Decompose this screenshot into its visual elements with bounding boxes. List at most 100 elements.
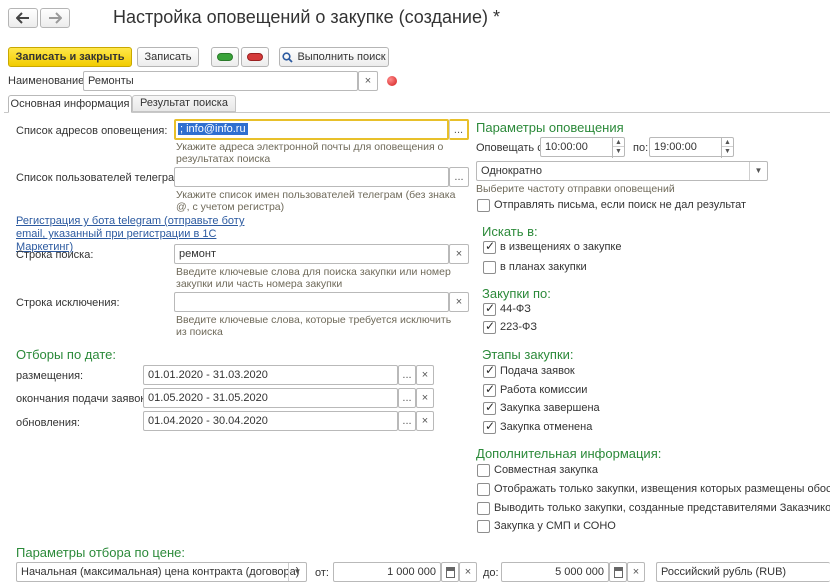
- price-from-clear-button[interactable]: ×: [459, 562, 477, 582]
- extra-separate-label: Отображать только закупки, извещения кот…: [494, 483, 830, 495]
- stage-cancelled-label: Закупка отменена: [500, 421, 593, 433]
- price-to-clear-button[interactable]: ×: [627, 562, 645, 582]
- date-update-value: 01.04.2020 - 30.04.2020: [148, 415, 268, 427]
- law-223-checkbox[interactable]: ✓: [483, 319, 496, 334]
- send-empty-label: Отправлять письма, если поиск не дал рез…: [494, 199, 747, 211]
- date-deadline-select-button[interactable]: ...: [398, 388, 416, 408]
- price-from-calculator-button[interactable]: [441, 562, 459, 582]
- notify-from-value: 10:00:00: [545, 141, 588, 153]
- date-placement-clear-button[interactable]: ×: [416, 365, 434, 385]
- date-deadline-clear-button[interactable]: ×: [416, 388, 434, 408]
- dots-icon: ...: [454, 171, 464, 183]
- clear-icon: ×: [421, 369, 429, 381]
- search-clear-button[interactable]: ×: [449, 244, 469, 264]
- arrow-right-icon: [49, 12, 62, 24]
- date-update-input[interactable]: 01.04.2020 - 30.04.2020: [143, 411, 398, 431]
- exclude-clear-button[interactable]: ×: [449, 292, 469, 312]
- dots-icon: ...: [402, 369, 412, 381]
- spin-up-icon[interactable]: ▲: [613, 138, 624, 147]
- spin-down-icon[interactable]: ▼: [722, 147, 733, 156]
- disable-toggle-button[interactable]: [241, 47, 269, 67]
- tab-main-info[interactable]: Основная информация: [8, 95, 132, 113]
- check-icon: ✓: [485, 301, 496, 315]
- notify-to-input[interactable]: 19:00:00 ▲ ▼: [649, 137, 734, 158]
- chevron-down-icon: ▼: [749, 162, 767, 180]
- emails-hint: Укажите адреса электронной почты для опо…: [176, 141, 444, 165]
- check-icon: ✓: [485, 239, 496, 253]
- run-search-label: Выполнить поиск: [297, 51, 386, 63]
- date-update-clear-button[interactable]: ×: [416, 411, 434, 431]
- forward-button[interactable]: [40, 8, 70, 28]
- search-in-plans-label: в планах закупки: [500, 261, 587, 273]
- notify-to-spinner[interactable]: ▲ ▼: [721, 138, 733, 158]
- search-in-plans-checkbox[interactable]: [483, 261, 496, 274]
- law-44-checkbox[interactable]: ✓: [483, 301, 496, 316]
- stage-cancelled-checkbox[interactable]: ✓: [483, 419, 496, 434]
- date-filters-title: Отборы по дате:: [16, 347, 116, 362]
- stage-commission-checkbox[interactable]: ✓: [483, 382, 496, 397]
- spin-down-icon[interactable]: ▼: [613, 147, 624, 156]
- price-to-calculator-button[interactable]: [609, 562, 627, 582]
- price-from-input[interactable]: 1 000 000: [333, 562, 441, 582]
- date-update-label: обновления:: [16, 417, 80, 429]
- notify-to-value: 19:00:00: [654, 141, 697, 153]
- extra-separate-checkbox[interactable]: [477, 483, 490, 496]
- price-to-input[interactable]: 5 000 000: [501, 562, 609, 582]
- stage-applications-checkbox[interactable]: ✓: [483, 363, 496, 378]
- emails-select-button[interactable]: ...: [449, 119, 469, 140]
- notify-from-input[interactable]: 10:00:00 ▲ ▼: [540, 137, 625, 158]
- search-hint: Введите ключевые слова для поиска закупк…: [176, 266, 451, 290]
- price-type-select[interactable]: Начальная (максимальная) цена контракта …: [16, 562, 307, 582]
- extra-smp-checkbox[interactable]: [477, 520, 490, 533]
- exclude-input[interactable]: [174, 292, 449, 312]
- date-update-select-button[interactable]: ...: [398, 411, 416, 431]
- stages-title: Этапы закупки:: [482, 347, 574, 362]
- telegram-label: Список пользователей телеграм:: [16, 172, 185, 184]
- extra-representatives-checkbox[interactable]: [477, 502, 490, 515]
- search-in-notices-checkbox[interactable]: ✓: [483, 239, 496, 254]
- date-placement-select-button[interactable]: ...: [398, 365, 416, 385]
- check-icon: ✓: [485, 419, 496, 433]
- save-button[interactable]: Записать: [137, 47, 199, 67]
- notify-from-spinner[interactable]: ▲ ▼: [612, 138, 624, 158]
- back-button[interactable]: [8, 8, 38, 28]
- date-placement-input[interactable]: 01.01.2020 - 31.03.2020: [143, 365, 398, 385]
- date-deadline-input[interactable]: 01.05.2020 - 31.05.2020: [143, 388, 398, 408]
- tab-search-result[interactable]: Результат поиска: [132, 95, 236, 112]
- tab-search-result-label: Результат поиска: [140, 97, 228, 109]
- currency-input[interactable]: Российский рубль (RUB): [656, 562, 830, 582]
- search-in-title: Искать в:: [482, 224, 538, 239]
- toggle-off-icon: [247, 53, 263, 61]
- frequency-value: Однократно: [481, 165, 542, 177]
- date-placement-label: размещения:: [16, 370, 84, 382]
- extra-smp-label: Закупка у СМП и СОНО: [494, 520, 616, 532]
- dots-icon: ...: [453, 123, 464, 136]
- currency-value: Российский рубль (RUB): [661, 566, 787, 578]
- enable-toggle-button[interactable]: [211, 47, 239, 67]
- date-deadline-value: 01.05.2020 - 31.05.2020: [148, 392, 268, 404]
- clear-icon: ×: [455, 248, 463, 260]
- emails-input[interactable]: ; info@info.ru: [174, 119, 449, 140]
- emails-value: ; info@info.ru: [178, 123, 248, 135]
- price-to-value: 5 000 000: [555, 566, 604, 578]
- notify-to-label: по:: [633, 142, 649, 154]
- extra-representatives-label: Выводить только закупки, созданные предс…: [494, 502, 830, 514]
- frequency-select[interactable]: Однократно ▼: [476, 161, 768, 181]
- extra-title: Дополнительная информация:: [476, 446, 662, 461]
- name-clear-button[interactable]: ×: [358, 71, 378, 91]
- telegram-select-button[interactable]: ...: [449, 167, 469, 187]
- search-input[interactable]: ремонт: [174, 244, 449, 264]
- save-and-close-button[interactable]: Записать и закрыть: [8, 47, 132, 67]
- search-icon: [282, 51, 294, 63]
- extra-joint-checkbox[interactable]: [477, 464, 490, 477]
- spin-up-icon[interactable]: ▲: [722, 138, 733, 147]
- name-input[interactable]: Ремонты: [83, 71, 358, 91]
- stage-finished-checkbox[interactable]: ✓: [483, 400, 496, 415]
- send-empty-checkbox[interactable]: [477, 199, 490, 212]
- clear-icon: ×: [364, 75, 372, 87]
- telegram-input[interactable]: [174, 167, 449, 187]
- toggle-on-icon: [217, 53, 233, 61]
- extra-joint-label: Совместная закупка: [494, 464, 598, 476]
- run-search-button[interactable]: Выполнить поиск: [279, 47, 389, 67]
- search-value: ремонт: [179, 248, 217, 260]
